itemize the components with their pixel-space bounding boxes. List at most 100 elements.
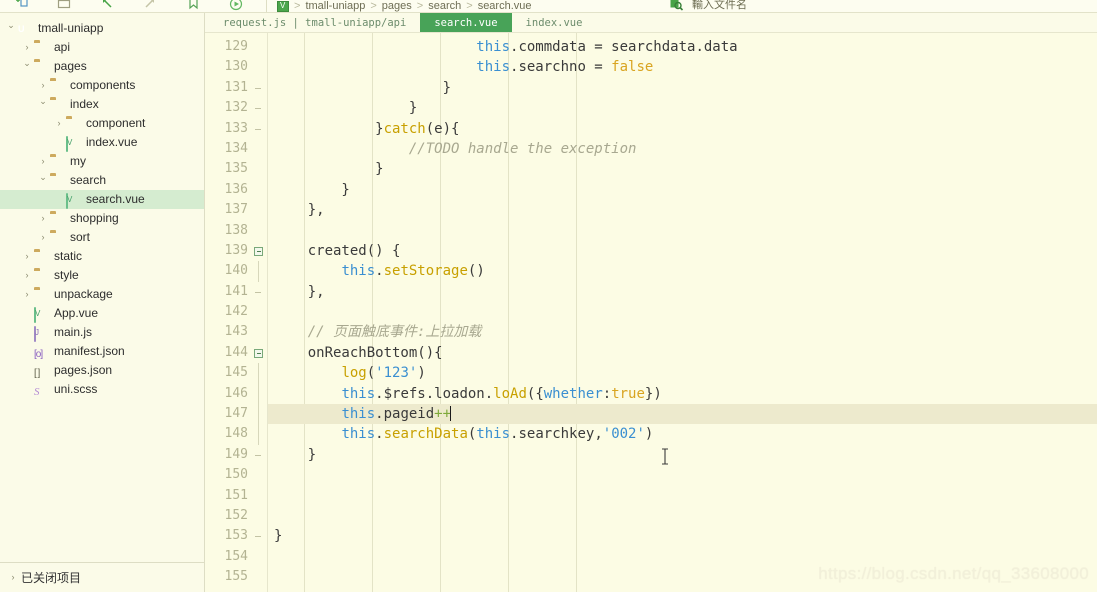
fold-toggle-icon[interactable] <box>253 343 267 363</box>
tree-item-my[interactable]: my <box>0 152 204 171</box>
code-line[interactable]: this.setStorage() <box>268 261 1097 281</box>
code-area[interactable]: 129 130 131 132 133 134 135 136 137 138 139 140 141 1… <box>205 33 1097 592</box>
closed-projects-section[interactable]: 已关闭项目 <box>0 562 204 592</box>
tree-item-unpackage[interactable]: unpackage <box>0 285 204 304</box>
fold-guide <box>253 302 267 322</box>
chevron-right-icon[interactable] <box>20 38 34 57</box>
bookmark-icon[interactable] <box>186 0 201 12</box>
code-token: .commdata = searchdata.data <box>510 39 738 55</box>
code-line[interactable]: // 页面触底事件:上拉加载 <box>268 322 1097 342</box>
code-folding-gutter[interactable] <box>253 33 267 592</box>
tree-item-pages-json[interactable]: pages.json <box>0 361 204 380</box>
code-line[interactable]: this.$refs.loadon.loAd({whether:true}) <box>268 384 1097 404</box>
chevron-right-icon[interactable] <box>20 266 34 285</box>
code-line[interactable]: }catch(e){ <box>268 119 1097 139</box>
folder-icon <box>34 60 49 74</box>
ide-window: > tmall-uniapp > pages > search > search… <box>0 0 1097 592</box>
chevron-right-icon[interactable] <box>36 76 50 95</box>
tree-item-index-vue[interactable]: index.vue <box>0 133 204 152</box>
editor-tabbar[interactable]: request.js | tmall-uniapp/api search.vue i… <box>205 13 1097 33</box>
tree-item-uni-scss[interactable]: uni.scss <box>0 380 204 399</box>
code-line[interactable]: } <box>268 180 1097 200</box>
tree-item-pages[interactable]: pages <box>0 57 204 76</box>
run-icon[interactable] <box>229 0 244 12</box>
tree-item-label: manifest.json <box>54 344 125 358</box>
tree-item-search[interactable]: search <box>0 171 204 190</box>
code-text[interactable]: this.commdata = searchdata.data this.sea… <box>267 33 1097 592</box>
code-token: whether <box>543 385 603 402</box>
folder-icon <box>34 250 49 264</box>
new-file-icon[interactable] <box>14 0 29 12</box>
tree-item-index[interactable]: index <box>0 95 204 114</box>
chevron-down-icon[interactable] <box>36 95 50 114</box>
editor-tab-index-vue[interactable]: index.vue <box>512 13 597 32</box>
chevron-down-icon[interactable] <box>36 171 50 190</box>
breadcrumb[interactable]: > tmall-uniapp > pages > search > search… <box>267 0 532 12</box>
code-line[interactable]: //TODO handle the exception <box>268 139 1097 159</box>
tree-item-sort[interactable]: sort <box>0 228 204 247</box>
code-line[interactable] <box>268 547 1097 567</box>
code-line[interactable]: this.commdata = searchdata.data <box>268 37 1097 57</box>
line-number: 135 <box>224 161 248 177</box>
chevron-right-icon[interactable] <box>36 209 50 228</box>
chevron-right-icon[interactable] <box>5 568 21 587</box>
code-line[interactable]: this.searchData(this.searchkey,'002') <box>268 424 1097 444</box>
chevron-down-icon[interactable] <box>4 19 18 38</box>
code-line[interactable]: } <box>268 78 1097 98</box>
code-line[interactable] <box>268 221 1097 241</box>
code-line[interactable]: this.searchno = false <box>268 57 1097 77</box>
chevron-right-icon[interactable] <box>36 152 50 171</box>
project-tree[interactable]: tmall-uniapp api pages components index compo… <box>0 13 204 562</box>
search-file-icon[interactable] <box>669 0 684 12</box>
tree-item-shopping[interactable]: shopping <box>0 209 204 228</box>
code-line[interactable] <box>268 465 1097 485</box>
code-line[interactable]: created() { <box>268 241 1097 261</box>
line-number: 154 <box>224 548 248 564</box>
breadcrumb-item-pages[interactable]: pages <box>382 0 412 12</box>
tree-item-search-vue[interactable]: search.vue <box>0 190 204 209</box>
line-number: 146 <box>224 385 248 401</box>
code-line[interactable]: }, <box>268 200 1097 220</box>
editor-tab-search-vue[interactable]: search.vue <box>420 13 512 32</box>
code-line[interactable] <box>268 302 1097 322</box>
code-token: . <box>375 263 384 280</box>
tree-item-tmall-uniapp[interactable]: tmall-uniapp <box>0 19 204 38</box>
code-line[interactable]: } <box>268 445 1097 465</box>
code-line[interactable]: onReachBottom(){ <box>268 343 1097 363</box>
fold-toggle-icon[interactable] <box>253 241 267 261</box>
code-line[interactable]: } <box>268 526 1097 546</box>
code-token: '123' <box>375 365 418 382</box>
tree-item-style[interactable]: style <box>0 266 204 285</box>
find-file-label[interactable]: 輸入文件名 <box>692 0 747 12</box>
breadcrumb-item-search[interactable]: search <box>428 0 461 12</box>
tree-item-manifest-json[interactable]: manifest.json <box>0 342 204 361</box>
chevron-right-icon[interactable] <box>20 247 34 266</box>
chevron-right-icon[interactable] <box>36 228 50 247</box>
code-line-current[interactable]: this.pageid++ <box>268 404 1097 425</box>
folder-icon[interactable] <box>57 0 72 12</box>
undo-icon[interactable] <box>100 0 115 12</box>
folder-icon <box>50 155 65 169</box>
code-token: //TODO handle the exception <box>274 140 637 157</box>
chevron-right-icon[interactable] <box>20 285 34 304</box>
breadcrumb-item-file[interactable]: search.vue <box>478 0 532 12</box>
editor-tab-request-js[interactable]: request.js | tmall-uniapp/api <box>205 13 420 32</box>
code-line[interactable]: } <box>268 159 1097 179</box>
code-line[interactable]: log('123') <box>268 363 1097 383</box>
redo-icon[interactable] <box>143 0 158 12</box>
code-line[interactable]: } <box>268 98 1097 118</box>
chevron-down-icon[interactable] <box>20 57 34 76</box>
breadcrumb-item-project[interactable]: tmall-uniapp <box>305 0 365 12</box>
code-line[interactable] <box>268 567 1097 587</box>
tree-item-main-js[interactable]: main.js <box>0 323 204 342</box>
tree-item-components[interactable]: components <box>0 76 204 95</box>
code-line[interactable] <box>268 486 1097 506</box>
tree-item-api[interactable]: api <box>0 38 204 57</box>
code-line[interactable]: }, <box>268 282 1097 302</box>
tree-item-static[interactable]: static <box>0 247 204 266</box>
code-token: '002' <box>602 426 645 443</box>
tree-item-component[interactable]: component <box>0 114 204 133</box>
code-line[interactable] <box>268 506 1097 526</box>
chevron-right-icon[interactable] <box>52 114 66 133</box>
tree-item-app-vue[interactable]: App.vue <box>0 304 204 323</box>
